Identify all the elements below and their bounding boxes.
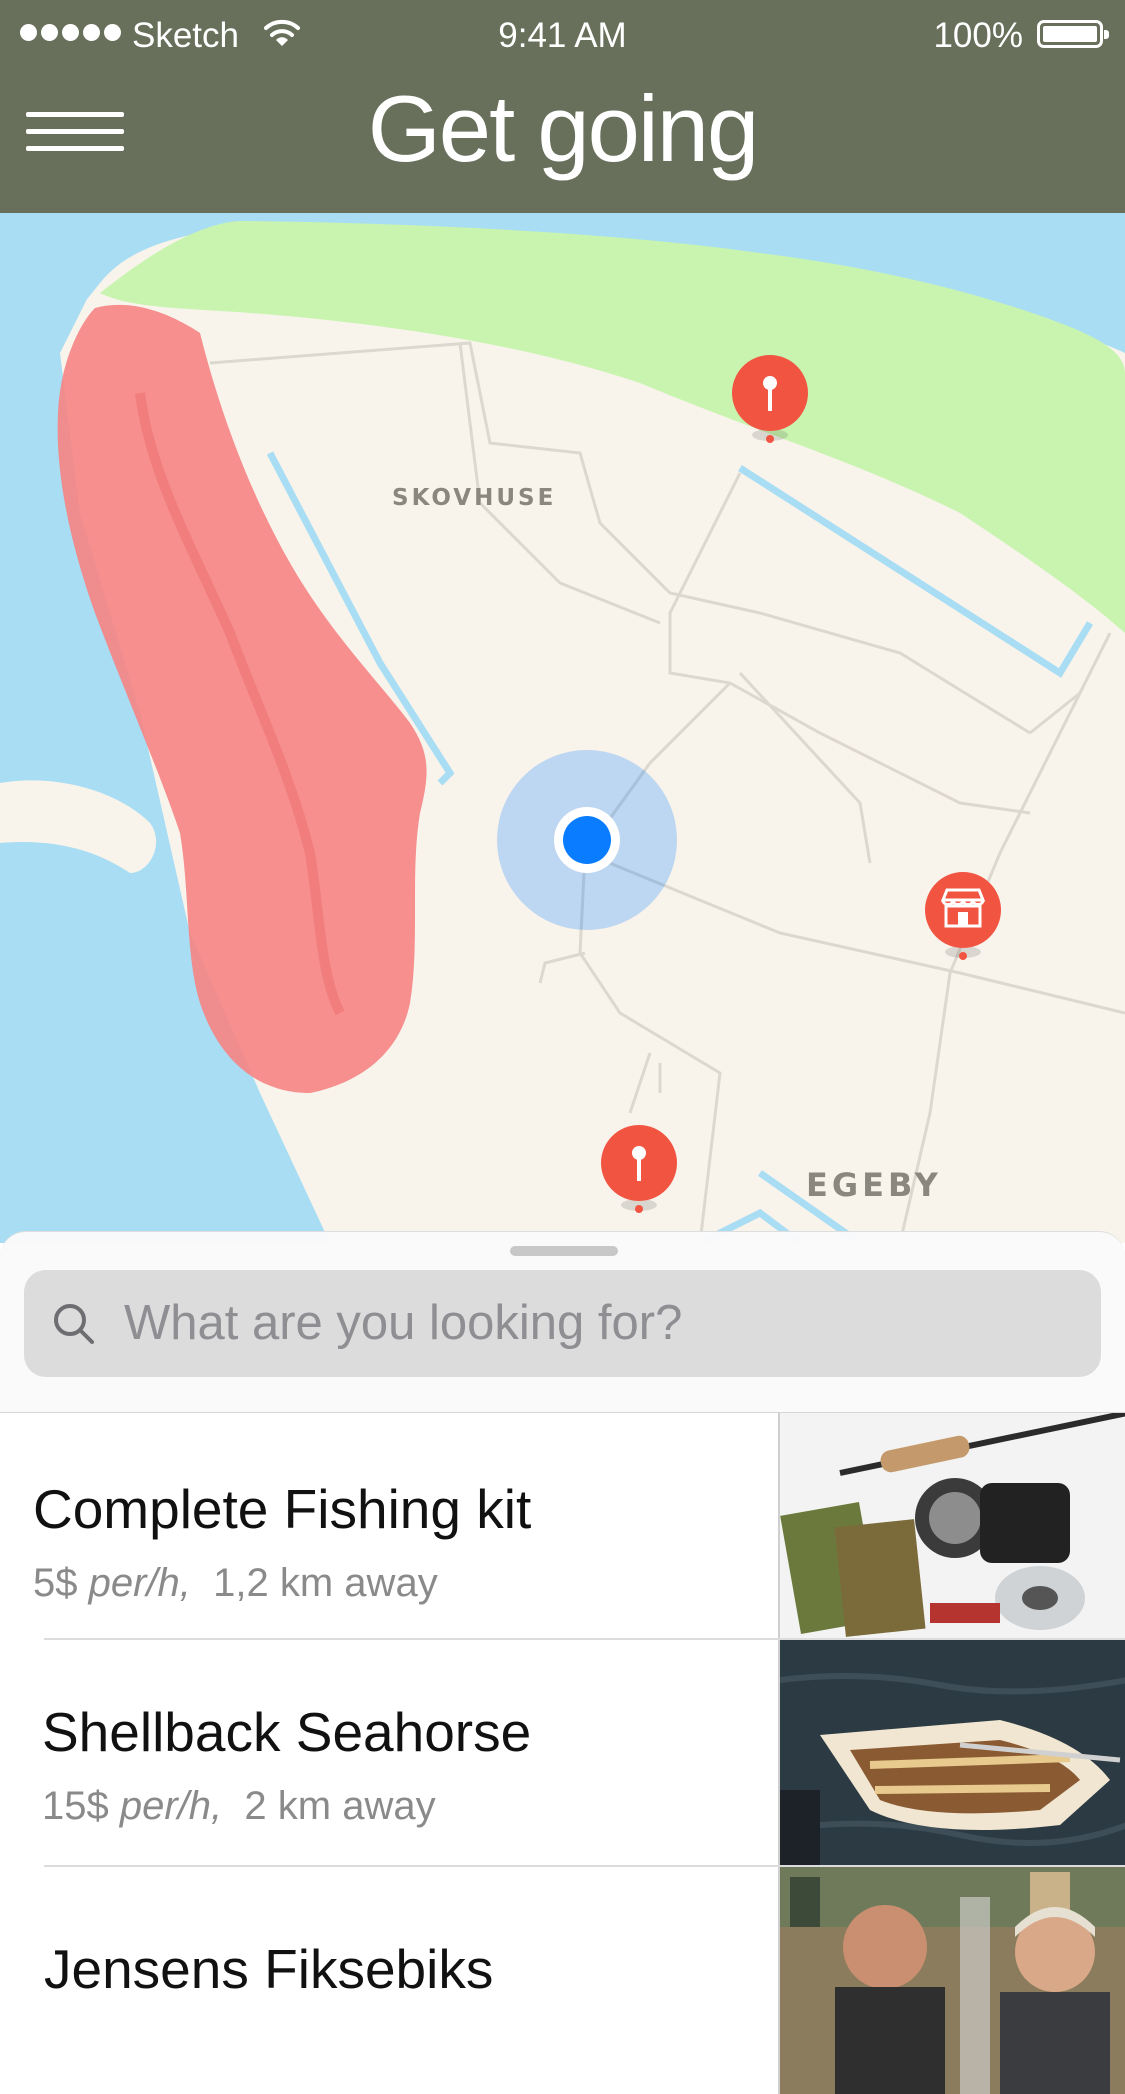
pin-icon [601, 1125, 677, 1213]
list-item[interactable]: Complete Fishing kit 5$ per/h, 1,2 km aw… [0, 1413, 1125, 1640]
location-pin[interactable] [599, 1123, 679, 1223]
shopkeepers-photo [778, 1867, 1125, 2094]
listing-title: Complete Fishing kit [33, 1478, 532, 1540]
listing-list: Complete Fishing kit 5$ per/h, 1,2 km aw… [0, 1412, 1125, 2094]
sheet-drag-handle[interactable] [510, 1246, 618, 1256]
page-title: Get going [367, 76, 760, 181]
rowboat-photo [778, 1640, 1125, 1867]
location-pin[interactable] [730, 353, 810, 453]
pin-icon [732, 355, 808, 443]
listing-unit: per/h, [119, 1784, 223, 1828]
listing-distance: 2 km away [244, 1784, 436, 1828]
map-canvas [0, 213, 1125, 1243]
listing-title: Jensens Fiksebiks [44, 1938, 494, 2000]
listing-meta: 15$ per/h, 2 km away [42, 1784, 436, 1829]
listing-unit: per/h, [88, 1561, 191, 1605]
listing-price: 5$ [33, 1561, 78, 1605]
fishing-kit-photo [778, 1413, 1125, 1640]
storefront-icon [925, 872, 1001, 960]
bottom-sheet [0, 1231, 1125, 1412]
status-bar: Sketch 9:41 AM 100% [0, 0, 1125, 70]
search-icon [54, 1304, 94, 1344]
shop-pin[interactable] [923, 870, 1003, 970]
search-bar[interactable] [24, 1270, 1101, 1377]
battery-percentage: 100% [933, 16, 1023, 55]
search-input[interactable] [124, 1288, 1074, 1358]
listing-distance: 1,2 km away [213, 1561, 438, 1605]
map-label-egeby: EGEBY [806, 1166, 942, 1204]
map-view[interactable]: SKOVHUSE EGEBY [0, 213, 1125, 1243]
top-bar: Sketch 9:41 AM 100% Get going [0, 0, 1125, 213]
listing-title: Shellback Seahorse [42, 1701, 532, 1763]
battery-icon [1037, 20, 1109, 48]
listing-meta: 5$ per/h, 1,2 km away [33, 1561, 438, 1606]
list-item[interactable]: Jensens Fiksebiks [0, 1867, 1125, 2094]
user-location-dot [563, 816, 611, 864]
map-label-skovhuse: SKOVHUSE [392, 485, 557, 511]
list-item[interactable]: Shellback Seahorse 15$ per/h, 2 km away [0, 1640, 1125, 1867]
listing-price: 15$ [42, 1784, 109, 1828]
